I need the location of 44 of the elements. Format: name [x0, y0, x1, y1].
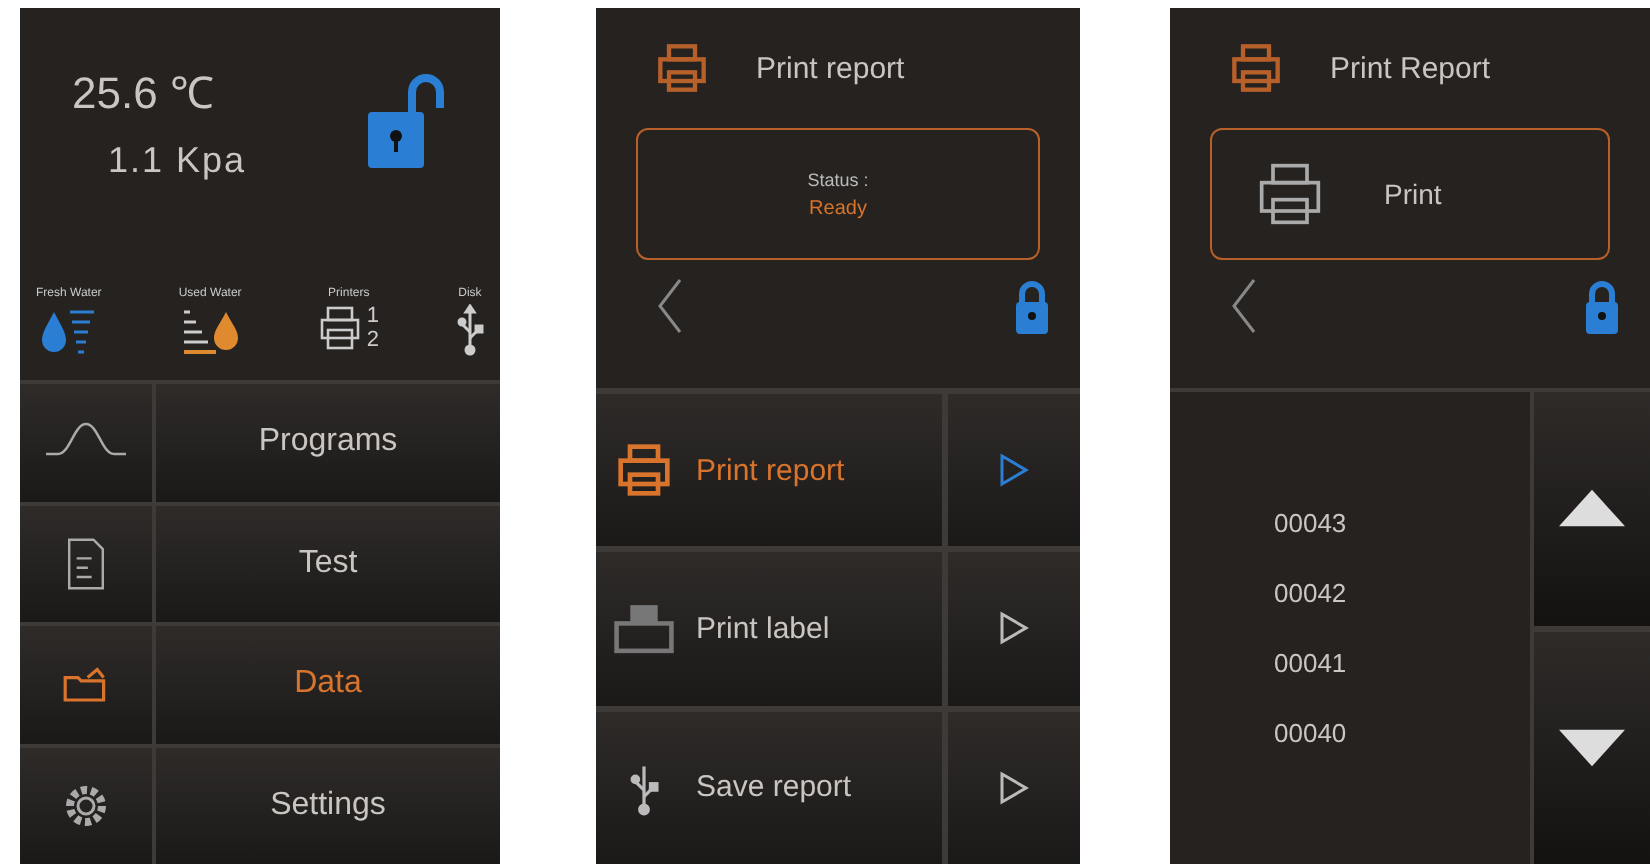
record-number[interactable]: 00042: [1274, 578, 1530, 608]
record-number[interactable]: 00041: [1274, 648, 1530, 678]
printer-icon: [1256, 160, 1324, 228]
menu-icon-cell[interactable]: [20, 384, 152, 501]
usb-icon: [455, 304, 484, 356]
print-button[interactable]: Print: [1210, 128, 1610, 260]
menu-item[interactable]: Print label: [596, 552, 942, 706]
padlock-icon[interactable]: [1012, 276, 1052, 336]
screen-title: Print Report: [1330, 51, 1491, 85]
play-icon: [998, 769, 1030, 806]
play-icon: [998, 610, 1030, 647]
menu-item[interactable]: Print report: [596, 394, 942, 547]
menu-item[interactable]: Save report: [596, 711, 942, 864]
down-triangle-icon: [1554, 725, 1630, 770]
menu-icon-cell[interactable]: [20, 626, 152, 743]
printer-icon: [1230, 42, 1282, 94]
menu-item[interactable]: Data: [156, 626, 500, 743]
menu-icon-cell[interactable]: [20, 505, 152, 622]
back-chevron-icon[interactable]: [656, 276, 684, 336]
menu-item[interactable]: Programs: [156, 384, 500, 501]
pressure-reading: 1.1 Kpa: [108, 140, 249, 182]
scroll-down-button[interactable]: [1534, 631, 1650, 864]
printer-icon: [656, 42, 708, 94]
record-number[interactable]: 00043: [1274, 508, 1530, 538]
printer-number: 2: [366, 328, 379, 352]
back-chevron-icon[interactable]: [1230, 276, 1258, 336]
label-printer-icon: [612, 600, 676, 657]
scroll-up-button[interactable]: [1534, 392, 1650, 625]
screen-title: Print report: [756, 51, 905, 85]
document-icon: [62, 535, 110, 592]
play-icon: [998, 452, 1030, 489]
temperature-reading: 25.6 ℃: [72, 66, 216, 120]
padlock-icon[interactable]: [1582, 276, 1622, 336]
status-value: Ready: [809, 197, 867, 219]
menu-icon-cell[interactable]: [20, 747, 152, 864]
up-triangle-icon: [1554, 486, 1630, 531]
open-padlock-icon[interactable]: [364, 68, 444, 172]
printer-number: 1: [366, 304, 379, 328]
menu-item[interactable]: Settings: [156, 747, 500, 864]
menu-item[interactable]: Test: [156, 505, 500, 622]
printer-icon: [612, 442, 676, 499]
status-label: Status :: [807, 169, 869, 189]
printer-icon: [318, 304, 363, 352]
record-number[interactable]: 00040: [1274, 718, 1530, 748]
